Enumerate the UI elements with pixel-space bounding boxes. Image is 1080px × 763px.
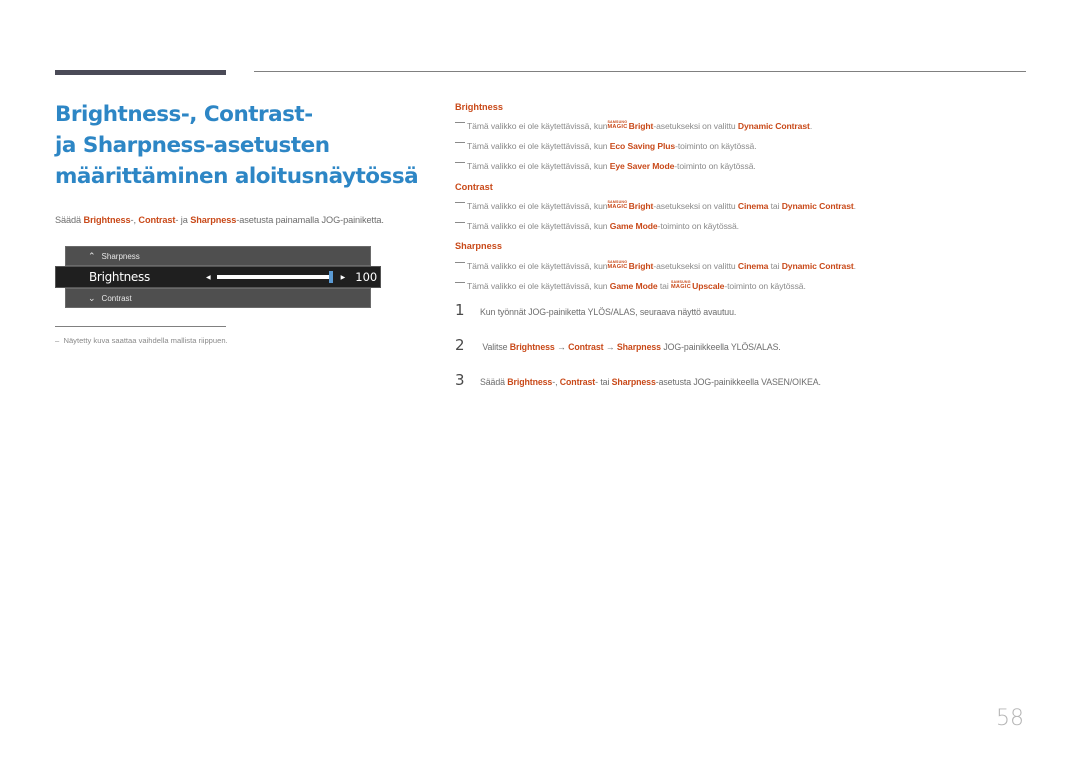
section-heading-sharpness: Sharpness [455,241,502,251]
title-line: määrittäminen aloitusnäytössä [55,164,419,189]
arrow-right-icon: ▶ [340,274,346,281]
note-dash-icon [455,121,465,123]
step-number: 3 [455,371,465,389]
arrow-left-icon: ◀ [206,274,211,281]
arrow-right-icon: → [603,342,617,352]
page-number: 58 [996,706,1024,731]
step-2: 2 Valitse Brightness → Contrast → Sharpn… [455,336,781,354]
samsung-magic-logo: SAMSUNG MAGIC [670,280,692,290]
note: Tämä valikko ei ole käytettävissä, kun S… [455,261,856,271]
step-1: 1 Kun työnnät JOG-painiketta YLÖS/ALAS, … [455,301,737,319]
footnote-rule [55,326,226,327]
footnote: – Näytetty kuva saattaa vaihdella mallis… [55,336,228,345]
note: Tämä valikko ei ole käytettävissä, kun S… [455,201,856,211]
step-number: 2 [455,336,465,354]
osd-value: 100 [355,270,378,284]
step-number: 1 [455,301,465,319]
note-dash-icon [455,261,465,263]
note-dash-icon [455,221,465,223]
arrow-right-icon: → [554,342,569,352]
osd-item-brightness-selected: Brightness ◀ ▶ 100 [55,266,381,288]
intro-paragraph: Säädä Brightness-, Contrast- ja Sharpnes… [55,215,384,225]
note-dash-icon [455,161,465,163]
osd-menu-illustration: ⌃ Sharpness Brightness ◀ ▶ 100 ⌄ Contras… [55,245,381,309]
header-rule [254,71,1026,72]
note-dash-icon [455,281,465,283]
title-line: Brightness-, Contrast- [55,102,313,127]
brightness-slider [216,271,333,283]
term-contrast: Contrast [138,215,176,225]
chevron-down-icon: ⌄ [88,292,96,303]
section-heading-brightness: Brightness [455,102,503,112]
osd-item-contrast: ⌄ Contrast [65,288,371,308]
note-dash-icon [455,201,465,203]
step-3: 3 Säädä Brightness-, Contrast- tai Sharp… [455,371,821,389]
note: Tämä valikko ei ole käytettävissä, kun S… [455,121,812,131]
samsung-magic-logo: SAMSUNG MAGIC [607,260,628,270]
section-heading-contrast: Contrast [455,182,493,192]
term-sharpness: Sharpness [190,215,237,225]
note: Tämä valikko ei ole käytettävissä, kun E… [455,161,756,171]
term-brightness: Brightness [83,215,131,225]
osd-selected-label: Brightness [89,270,150,284]
note: Tämä valikko ei ole käytettävissä, kun E… [455,141,757,151]
chevron-up-icon: ⌃ [88,250,96,261]
samsung-magic-logo: SAMSUNG MAGIC [607,200,628,210]
title-line: ja Sharpness-asetusten [55,133,330,158]
header-accent-bar [55,70,226,75]
page-title: Brightness-, Contrast- ja Sharpness-aset… [55,99,419,192]
osd-item-sharpness: ⌃ Sharpness [65,246,371,266]
slider-thumb [328,271,333,283]
note-dash-icon [455,141,465,143]
note: Tämä valikko ei ole käytettävissä, kun G… [455,281,806,291]
note: Tämä valikko ei ole käytettävissä, kun G… [455,221,739,231]
samsung-magic-logo: SAMSUNG MAGIC [607,120,628,130]
